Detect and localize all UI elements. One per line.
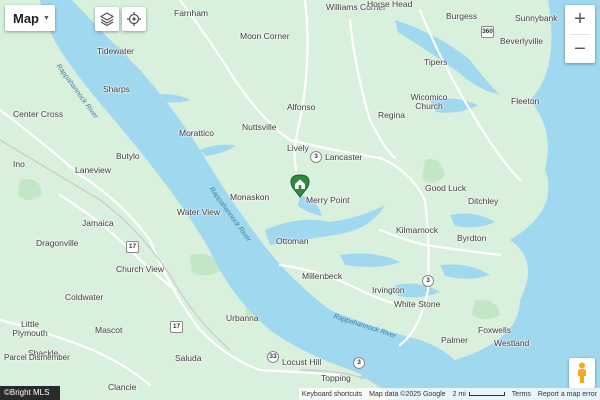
place-label-regina: Regina (378, 110, 405, 120)
place-label-kilmarnock: Kilmarnock (396, 225, 439, 235)
place-label-byrdton: Byrdton (457, 233, 487, 243)
keyboard-shortcuts-link[interactable]: Keyboard shortcuts (302, 391, 362, 398)
copyright-strip: ©Bright MLS (0, 386, 60, 400)
place-label-alfonso: Alfonso (287, 102, 316, 112)
place-label-burgess: Burgess (446, 11, 478, 21)
place-label-fleeton: Fleeton (511, 96, 540, 106)
place-label-palmer: Palmer (441, 335, 468, 345)
place-label-horse-head: Horse Head (367, 0, 413, 9)
place-label-millenbeck: Millenbeck (302, 271, 343, 281)
place-label-morattico: Morattico (179, 128, 214, 138)
place-label-ino: Ino (13, 159, 25, 169)
my-location-button[interactable] (122, 7, 146, 31)
place-label-tipers: Tipers (424, 57, 448, 67)
place-label-foxwells: Foxwells (478, 325, 512, 335)
pegman-icon (578, 362, 586, 383)
place-label-church-view: Church View (116, 264, 165, 274)
place-label-moon-corner: Moon Corner (240, 31, 290, 41)
layers-button[interactable] (95, 7, 119, 31)
map-canvas[interactable]: Farnham Williams Corner Horse Head Burge… (0, 0, 600, 400)
map-type-label: Map (13, 10, 39, 26)
place-label-wicomico-church: Wicomico Church (410, 92, 448, 111)
place-label-westland: Westland (494, 338, 530, 348)
place-label-dragonville: Dragonville (36, 238, 79, 248)
place-label-coldwater: Coldwater (65, 292, 104, 302)
route-shield-3-bridge: 3 (353, 357, 365, 369)
zoom-out-button[interactable]: − (565, 35, 595, 64)
place-label-lancaster: Lancaster (325, 152, 363, 162)
place-label-butylo: Butylo (116, 151, 140, 161)
place-label-locust-hill: Locust Hill (282, 357, 322, 367)
place-label-white-stone: White Stone (394, 299, 441, 309)
terms-link[interactable]: Terms (512, 391, 531, 398)
place-label-ditchley: Ditchley (468, 196, 499, 206)
route-shield-17-south: 17 (170, 321, 183, 333)
place-label-sunnybank: Sunnybank (515, 13, 558, 23)
map-type-button[interactable]: Map ▼ (5, 5, 55, 31)
place-label-mascot: Mascot (95, 325, 123, 335)
street-view-button[interactable] (569, 358, 595, 388)
place-label-jamaica: Jamaica (82, 218, 114, 228)
zoom-control: + − (565, 5, 595, 63)
place-label-topping: Topping (321, 373, 351, 383)
map-data-attribution: Map data ©2025 Google (369, 390, 446, 398)
place-label-nuttsville: Nuttsville (242, 122, 277, 132)
place-label-saluda: Saluda (175, 353, 202, 363)
place-label-little-plymouth: Little Plymouth (12, 319, 48, 338)
place-label-ottoman: Ottoman (276, 236, 309, 246)
route-shield-360: 360 (481, 26, 494, 38)
place-label-clancie: Clancie (108, 382, 137, 392)
place-label-laneview: Laneview (75, 165, 111, 175)
place-label-lively: Lively (287, 143, 309, 153)
place-label-irvington: Irvington (372, 285, 405, 295)
layers-icon (100, 12, 114, 27)
place-label-parcel-dismember: Parcel Dismember (4, 353, 70, 362)
place-label-sharps: Sharps (103, 84, 130, 94)
scale-bar (468, 392, 505, 396)
route-shield-3-north: 3 (310, 151, 322, 163)
place-label-farnham: Farnham (174, 8, 209, 18)
crosshair-icon (127, 12, 141, 26)
place-label-tidewater: Tidewater (97, 46, 135, 56)
place-label-beverlyville: Beverlyville (500, 36, 543, 46)
place-label-merry-point: Merry Point (306, 195, 350, 205)
scale-indicator[interactable]: 2 mi (453, 391, 505, 398)
caret-down-icon: ▼ (43, 14, 50, 22)
place-label-urbanna: Urbanna (226, 313, 259, 323)
map-footer: Keyboard shortcuts Map data ©2025 Google… (298, 388, 600, 400)
home-marker-icon[interactable] (290, 174, 310, 198)
report-error-link[interactable]: Report a map error (538, 391, 597, 398)
place-label-center-cross: Center Cross (13, 109, 64, 119)
route-shield-17-west: 17 (126, 241, 139, 253)
place-label-water-view: Water View (177, 207, 220, 217)
route-shield-33: 33 (267, 351, 279, 363)
zoom-in-button[interactable]: + (565, 5, 595, 34)
route-shield-3-south: 3 (422, 275, 434, 287)
scale-label: 2 mi (452, 390, 466, 398)
place-label-good-luck: Good Luck (425, 183, 467, 193)
place-label-monaskon: Monaskon (230, 192, 270, 202)
